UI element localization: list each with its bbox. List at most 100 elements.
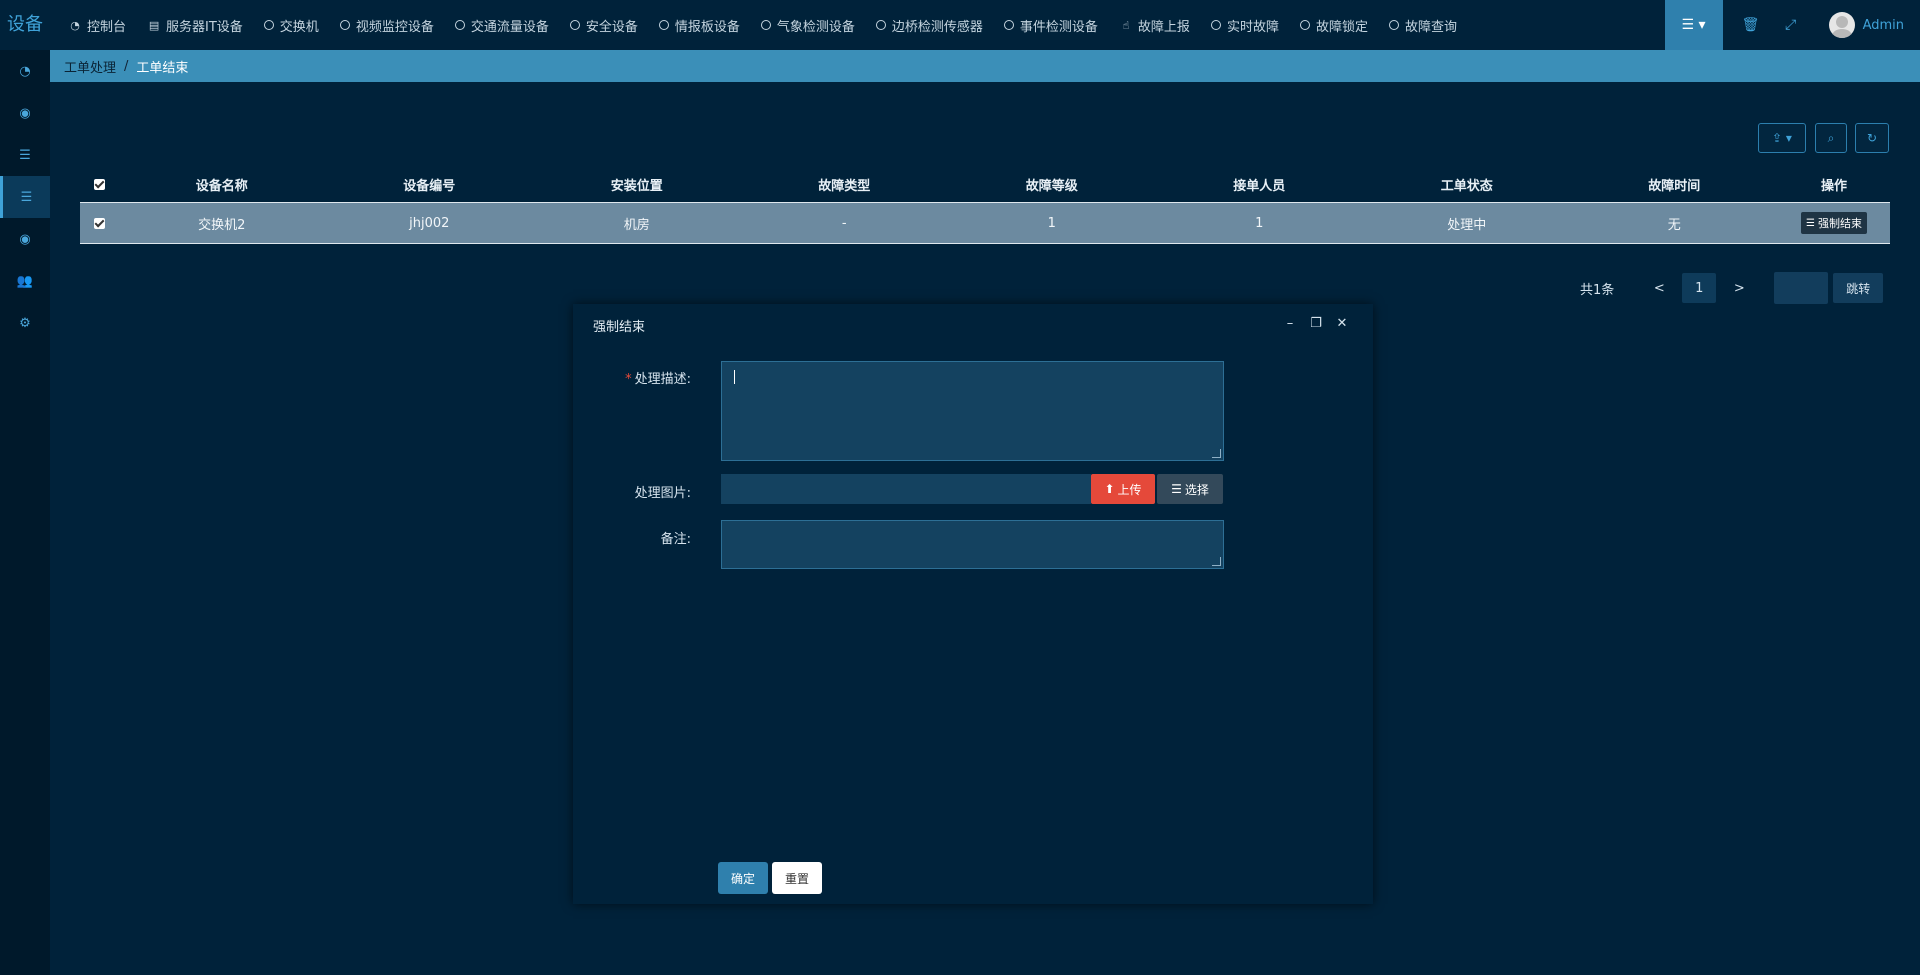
user-name[interactable]: Admin	[1863, 18, 1904, 33]
breadcrumb-current: 工单结束	[136, 60, 189, 76]
sidebar-eye-icon-2[interactable]: ◉	[0, 218, 50, 260]
sidebar-dashboard-icon[interactable]: ◔	[0, 50, 50, 92]
table-row[interactable]: 交换机2 jhj002 机房 - 1 1 处理中 无 ☰ 强制结束	[80, 202, 1890, 244]
col-header[interactable]: 工单状态	[1363, 166, 1571, 203]
force-end-dialog: 强制结束 – ❐ ✕ * 处理描述: 处理图片: ⬆ 上传 ☰ 选择 备注: 确定 重…	[573, 304, 1373, 904]
nav-item-label: 交换机	[279, 19, 319, 35]
list-icon: ☰ ▾	[1681, 17, 1706, 33]
force-end-label: 强制结束	[1817, 217, 1862, 230]
nav-item-video[interactable]: 视频监控设备	[332, 0, 447, 50]
col-header[interactable]: 设备名称	[118, 166, 326, 203]
nav-item-fault-query[interactable]: 故障查询	[1381, 0, 1470, 50]
hand-pointer-icon: ☝	[1122, 18, 1130, 32]
search-icon: ⌕	[1827, 130, 1835, 145]
table-cell: jhj002	[409, 215, 450, 231]
page-jump-button[interactable]: 跳转	[1833, 273, 1884, 303]
trash-icon[interactable]: 🗑	[1731, 17, 1771, 33]
reset-button[interactable]: 重置	[772, 862, 822, 894]
resize-handle[interactable]	[1212, 449, 1221, 458]
nav-item-server[interactable]: ▤ 服务器IT设备	[139, 0, 256, 50]
nav-item-traffic[interactable]: 交通流量设备	[447, 0, 562, 50]
text-caret	[734, 370, 735, 384]
export-icon: ⇪ ▾	[1772, 131, 1792, 145]
table-cell: 1	[1255, 215, 1264, 231]
row-checkbox[interactable]	[93, 217, 105, 229]
nav-item-label: 实时故障	[1226, 19, 1279, 35]
nav-item-weather[interactable]: 气象检测设备	[753, 0, 868, 50]
nav-item-label: 控制台	[87, 19, 127, 35]
action-cell: ☰ 强制结束	[1778, 203, 1890, 244]
sidebar-eye-icon[interactable]: ◉	[0, 92, 50, 134]
force-end-button[interactable]: ☰ 强制结束	[1801, 212, 1867, 234]
nav-item-infoboard[interactable]: 情报板设备	[651, 0, 753, 50]
nav-item-switch[interactable]: 交换机	[256, 0, 332, 50]
sidebar-users-icon[interactable]: 👥	[0, 260, 50, 302]
circle-icon	[1299, 20, 1310, 30]
select-all-cell	[80, 166, 118, 203]
nav-item-label: 事件检测设备	[1019, 19, 1098, 35]
avatar[interactable]	[1828, 12, 1855, 38]
circle-icon	[454, 20, 465, 30]
remark-textarea[interactable]	[721, 520, 1224, 569]
nav-item-label: 安全设备	[585, 19, 638, 35]
sidebar-gears-icon[interactable]: ⚙	[0, 302, 50, 344]
list-icon: ☰	[1806, 217, 1815, 229]
top-right-tools: ☰ ▾ 🗑 ⤢ Admin	[1664, 0, 1920, 50]
col-header[interactable]: 故障类型	[740, 166, 948, 203]
nav-item-label: 情报板设备	[674, 19, 740, 35]
table-cell: -	[841, 215, 847, 231]
page-jump-input[interactable]	[1774, 272, 1829, 304]
nav-item-event[interactable]: 事件检测设备	[996, 0, 1111, 50]
desc-label: * 处理描述:	[573, 368, 691, 387]
nav-item-bridge-sensor[interactable]: 边桥检测传感器	[868, 0, 996, 50]
choose-label: 选择	[1184, 482, 1209, 497]
col-header[interactable]: 故障时间	[1570, 166, 1778, 203]
select-all-checkbox[interactable]	[93, 178, 105, 190]
breadcrumb-parent[interactable]: 工单处理	[64, 57, 116, 76]
col-header[interactable]: 故障等级	[948, 166, 1156, 203]
minimize-icon[interactable]: –	[1277, 316, 1303, 331]
page-number-button[interactable]: 1	[1682, 273, 1717, 303]
upload-button[interactable]: ⬆ 上传	[1091, 474, 1155, 504]
search-button[interactable]: ⌕	[1815, 123, 1847, 153]
close-icon[interactable]: ✕	[1329, 316, 1355, 331]
top-nav: ◔ 控制台 ▤ 服务器IT设备 交换机 视频监控设备 交通流量设备 安全设备 情报板…	[60, 0, 1470, 50]
nav-item-label: 故障查询	[1404, 19, 1457, 35]
prev-page-button[interactable]: <	[1642, 273, 1676, 303]
choose-button[interactable]: ☰ 选择	[1157, 474, 1223, 504]
sidebar-list-active-icon[interactable]: ☰	[0, 176, 50, 218]
upload-label: 上传	[1117, 482, 1142, 497]
nav-item-realtime-fault[interactable]: 实时故障	[1203, 0, 1292, 50]
desc-textarea[interactable]	[721, 361, 1224, 461]
col-header: 操作	[1778, 166, 1890, 203]
nav-item-fault-report[interactable]: ☝ 故障上报	[1111, 0, 1203, 50]
dialog-tools: – ❐ ✕	[1277, 316, 1355, 331]
refresh-icon: ↻	[1866, 131, 1878, 145]
dialog-title: 强制结束	[593, 320, 646, 335]
maximize-icon[interactable]: ❐	[1303, 316, 1329, 331]
nav-item-console[interactable]: ◔ 控制台	[60, 0, 139, 50]
nav-item-fault-lock[interactable]: 故障锁定	[1292, 0, 1381, 50]
nav-item-label: 故障锁定	[1315, 19, 1368, 35]
breadcrumb: 工单处理 / 工单结束	[50, 50, 1920, 82]
upload-icon: ⬆	[1104, 482, 1115, 496]
brand-logo[interactable]: 设备	[0, 0, 50, 50]
list-icon: ☰	[1171, 482, 1182, 496]
menu-toggle-button[interactable]: ☰ ▾	[1664, 0, 1723, 50]
next-page-button[interactable]: >	[1722, 273, 1756, 303]
required-marker: *	[625, 372, 632, 387]
sidebar-list-icon[interactable]: ☰	[0, 134, 50, 176]
nav-item-security[interactable]: 安全设备	[562, 0, 651, 50]
col-header[interactable]: 设备编号	[325, 166, 533, 203]
row-select-cell	[80, 203, 118, 244]
confirm-button[interactable]: 确定	[718, 862, 768, 894]
fullscreen-icon[interactable]: ⤢	[1771, 17, 1811, 33]
col-header[interactable]: 安装位置	[533, 166, 741, 203]
image-path-input[interactable]	[721, 474, 1091, 504]
resize-handle[interactable]	[1212, 557, 1221, 566]
nav-item-label: 气象检测设备	[776, 19, 855, 35]
export-button[interactable]: ⇪ ▾	[1758, 123, 1806, 153]
refresh-button[interactable]: ↻	[1855, 123, 1889, 153]
remark-label: 备注:	[660, 532, 691, 547]
col-header[interactable]: 接单人员	[1155, 166, 1363, 203]
